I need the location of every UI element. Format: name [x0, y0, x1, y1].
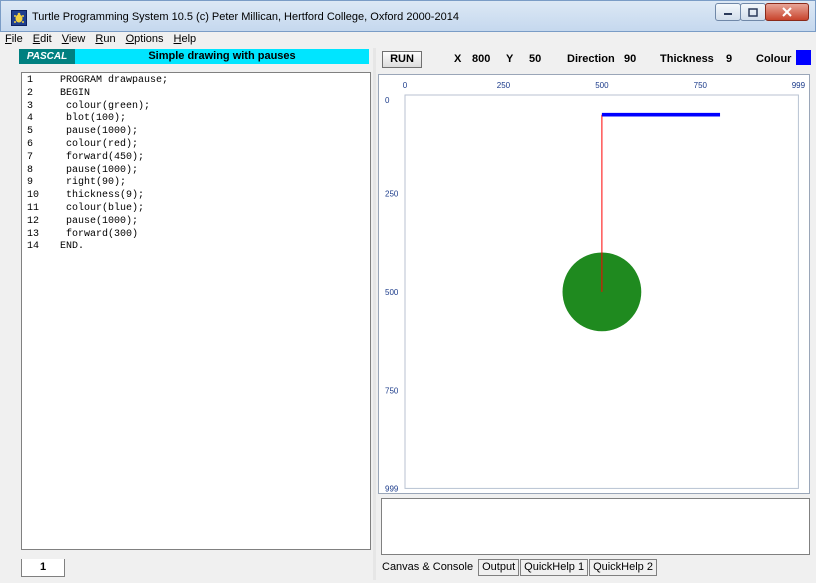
window-title: Turtle Programming System 10.5 (c) Peter… — [32, 11, 459, 23]
editor-tab[interactable]: 1 — [21, 559, 65, 577]
title-bar: Turtle Programming System 10.5 (c) Peter… — [0, 0, 816, 32]
y-tick-label: 750 — [385, 386, 399, 395]
line-code: pause(1000); — [48, 126, 139, 138]
menu-view[interactable]: View — [57, 32, 91, 47]
line-code: forward(450); — [48, 151, 145, 163]
line-code: BEGIN — [48, 87, 91, 99]
language-badge: PASCAL — [19, 49, 75, 64]
code-line: 9 right(90); — [22, 177, 370, 190]
console-output[interactable] — [381, 498, 810, 555]
line-number: 10 — [27, 190, 40, 202]
line-code: thickness(9); — [48, 190, 145, 202]
code-line: 1 PROGRAM drawpause; — [22, 75, 370, 88]
line-code: colour(blue); — [48, 202, 145, 214]
code-line: 8 pause(1000); — [22, 165, 370, 178]
tab-quickhelp-2[interactable]: QuickHelp 2 — [589, 559, 657, 576]
line-number: 2 — [27, 87, 34, 99]
code-line: 3 colour(green); — [22, 101, 370, 114]
line-number: 8 — [27, 164, 34, 176]
menu-run[interactable]: Run — [90, 32, 120, 47]
x-label: X — [454, 53, 462, 65]
line-number: 14 — [27, 241, 40, 253]
line-code: pause(1000); — [48, 164, 139, 176]
x-value: 800 — [472, 53, 491, 65]
run-button[interactable]: RUN — [382, 51, 422, 68]
line-number: 7 — [27, 151, 34, 163]
menu-bar: File Edit View Run Options Help — [0, 32, 816, 47]
maximize-icon — [748, 7, 758, 17]
line-number: 1 — [27, 75, 34, 86]
pane-splitter[interactable] — [373, 48, 376, 580]
line-number: 6 — [27, 138, 34, 150]
line-code: blot(100); — [48, 113, 127, 125]
bottom-tab-bar: Canvas & Console Output QuickHelp 1 QuickHe… — [378, 559, 658, 578]
y-tick-label: 999 — [385, 484, 399, 493]
close-icon — [782, 7, 792, 17]
code-line: 14 END. — [22, 241, 370, 254]
line-number: 13 — [27, 228, 40, 240]
line-number: 3 — [27, 100, 34, 112]
colour-label: Colour — [756, 53, 792, 65]
turtle-app-icon — [11, 10, 27, 26]
menu-help[interactable]: Help — [169, 32, 202, 47]
code-line: 10 thickness(9); — [22, 190, 370, 203]
x-tick-label: 500 — [595, 81, 609, 90]
x-tick-label: 750 — [694, 81, 708, 90]
program-title: Simple drawing with pauses — [75, 49, 369, 64]
code-line: 2 BEGIN — [22, 88, 370, 101]
line-number: 4 — [27, 113, 34, 125]
line-number: 12 — [27, 215, 40, 227]
code-line: 5 pause(1000); — [22, 126, 370, 139]
tab-quickhelp-1[interactable]: QuickHelp 1 — [520, 559, 589, 576]
line-number: 9 — [27, 177, 34, 189]
code-line: 6 colour(red); — [22, 139, 370, 152]
colour-swatch — [796, 50, 811, 65]
code-line: 11 colour(blue); — [22, 203, 370, 216]
y-tick-label: 250 — [385, 189, 399, 198]
line-code: right(90); — [48, 177, 127, 189]
y-label: Y — [506, 53, 514, 65]
line-code: forward(300) — [48, 228, 139, 240]
tab-canvas-console[interactable]: Canvas & Console — [378, 559, 478, 578]
x-tick-label: 0 — [403, 81, 408, 90]
line-code: colour(red); — [48, 138, 139, 150]
line-code: colour(green); — [48, 100, 151, 112]
y-tick-label: 0 — [385, 96, 390, 105]
canvas-drawing: 0 250 500 750 999 0 250 500 750 999 — [385, 81, 806, 493]
code-line: 7 forward(450); — [22, 152, 370, 165]
x-tick-label: 250 — [497, 81, 511, 90]
tab-output[interactable]: Output — [478, 559, 520, 576]
code-line: 12 pause(1000); — [22, 216, 370, 229]
minimize-button[interactable] — [715, 3, 741, 21]
turtle-canvas[interactable]: 0 250 500 750 999 0 250 500 750 999 — [378, 74, 810, 494]
line-number: 5 — [27, 126, 34, 138]
direction-label: Direction — [567, 53, 615, 65]
y-value: 50 — [529, 53, 542, 65]
line-code: pause(1000); — [48, 215, 139, 227]
code-editor[interactable]: 1 PROGRAM drawpause; 2 BEGIN 3 colour(gree… — [21, 72, 371, 550]
thickness-value: 9 — [726, 53, 733, 65]
minimize-icon — [724, 13, 732, 15]
code-line: 4 blot(100); — [22, 113, 370, 126]
menu-options[interactable]: Options — [121, 32, 169, 47]
direction-value: 90 — [624, 53, 637, 65]
close-button[interactable] — [765, 3, 809, 21]
menu-file[interactable]: File — [0, 32, 28, 47]
line-number: 11 — [27, 202, 40, 214]
line-code: PROGRAM drawpause; — [48, 75, 169, 86]
x-tick-label: 999 — [792, 81, 806, 90]
code-line: 13 forward(300) — [22, 229, 370, 242]
maximize-button[interactable] — [740, 3, 766, 21]
y-tick-label: 500 — [385, 288, 399, 297]
line-code: END. — [48, 241, 85, 253]
menu-edit[interactable]: Edit — [28, 32, 57, 47]
thickness-label: Thickness — [660, 53, 714, 65]
